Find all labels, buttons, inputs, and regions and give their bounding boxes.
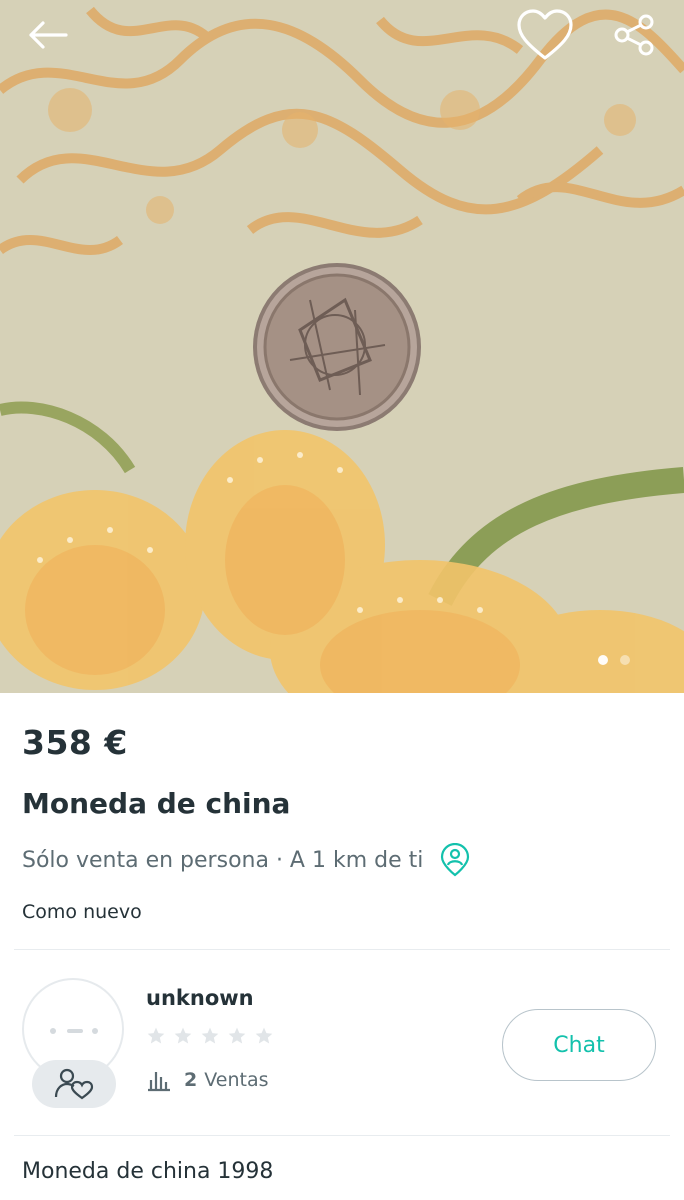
product-condition: Como nuevo bbox=[22, 901, 142, 923]
seller-sales: 2 Ventas bbox=[146, 1068, 268, 1092]
gallery-dot-active[interactable] bbox=[598, 655, 608, 665]
heart-icon bbox=[517, 9, 573, 60]
star-icon bbox=[200, 1026, 220, 1046]
bar-chart-icon bbox=[148, 1072, 170, 1092]
seller-username[interactable]: unknown bbox=[146, 986, 254, 1010]
user-heart-icon bbox=[54, 1068, 94, 1100]
coin bbox=[253, 263, 421, 431]
gallery-pagination bbox=[598, 655, 630, 665]
share-button[interactable] bbox=[604, 8, 666, 62]
star-icon bbox=[146, 1026, 166, 1046]
star-icon bbox=[227, 1026, 247, 1046]
delivery-text: Sólo venta en persona · A 1 km de ti bbox=[22, 847, 424, 873]
product-description: Moneda de china 1998 bbox=[22, 1159, 274, 1184]
divider bbox=[14, 1135, 670, 1136]
product-photo[interactable] bbox=[0, 0, 684, 693]
share-icon bbox=[614, 14, 654, 56]
product-title: Moneda de china bbox=[22, 787, 291, 820]
product-details: 358 € Moneda de china Sólo venta en pers… bbox=[0, 693, 684, 1200]
avatar-eye bbox=[50, 1028, 56, 1034]
location-person-icon[interactable] bbox=[439, 843, 471, 877]
chat-button[interactable]: Chat bbox=[502, 1009, 656, 1081]
star-icon bbox=[254, 1026, 274, 1046]
seller-rating bbox=[146, 1026, 274, 1046]
star-icon bbox=[173, 1026, 193, 1046]
gallery-dot[interactable] bbox=[620, 655, 630, 665]
delivery-info: Sólo venta en persona · A 1 km de ti bbox=[22, 843, 471, 877]
user-badge bbox=[32, 1060, 116, 1108]
arrow-left-icon bbox=[29, 21, 68, 49]
favorite-button[interactable] bbox=[510, 4, 580, 66]
sales-label: Ventas bbox=[204, 1069, 269, 1091]
product-image bbox=[0, 0, 684, 693]
seller-section[interactable]: unknown 2 Ventas Chat bbox=[0, 950, 684, 1135]
avatar-mouth bbox=[67, 1029, 83, 1033]
avatar-eye bbox=[92, 1028, 98, 1034]
product-price: 358 € bbox=[22, 723, 128, 762]
sales-count: 2 bbox=[184, 1069, 198, 1091]
back-button[interactable] bbox=[18, 10, 78, 60]
